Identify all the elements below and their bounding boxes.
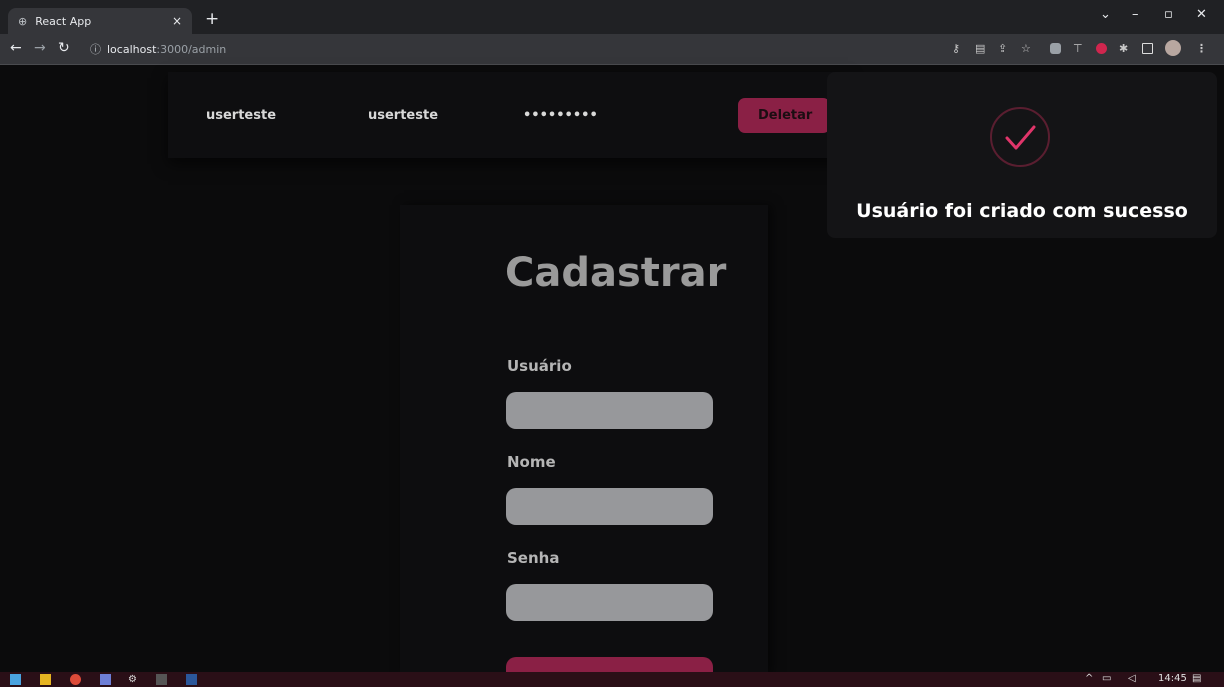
extension-ublock-icon[interactable] <box>1096 43 1107 54</box>
share-icon[interactable]: ⇪ <box>998 42 1007 55</box>
password-input[interactable] <box>506 584 713 621</box>
forward-arrow-icon[interactable]: → <box>34 40 46 56</box>
extension-translate-icon[interactable]: ⊤ <box>1073 42 1083 55</box>
app-icon[interactable] <box>100 674 111 685</box>
extension-m-icon[interactable] <box>1050 43 1061 54</box>
translate-icon[interactable]: ▤ <box>975 42 985 55</box>
side-panel-icon[interactable] <box>1142 43 1153 54</box>
info-icon[interactable]: ⓘ <box>90 41 101 57</box>
windows-start-icon[interactable] <box>10 674 21 685</box>
extensions-puzzle-icon[interactable]: ✱ <box>1119 42 1128 55</box>
globe-icon: ⊕ <box>18 14 28 28</box>
tab-close-button[interactable]: × <box>172 14 182 28</box>
toast-message: Usuário foi criado com sucesso <box>856 200 1188 222</box>
key-icon[interactable]: ⚷ <box>952 42 960 55</box>
username-input[interactable] <box>506 392 713 429</box>
minimize-icon[interactable]: – <box>1132 7 1139 22</box>
user-row-username: userteste <box>206 108 277 123</box>
name-input[interactable] <box>506 488 713 525</box>
word-icon[interactable] <box>186 674 197 685</box>
chrome-icon[interactable] <box>70 674 81 685</box>
address-bar[interactable]: ⓘ localhost :3000/admin <box>90 38 890 60</box>
bookmark-star-icon[interactable]: ☆ <box>1021 42 1031 55</box>
new-tab-button[interactable]: + <box>205 9 219 29</box>
tab-search-chevron-icon[interactable]: ⌄ <box>1100 7 1111 22</box>
user-row-name: userteste <box>368 108 439 123</box>
browser-tab[interactable]: ⊕ React App × <box>8 8 192 34</box>
file-explorer-icon[interactable] <box>40 674 51 685</box>
notifications-icon[interactable]: ▤ <box>1192 673 1201 684</box>
delete-button[interactable]: Deletar <box>738 98 830 133</box>
tray-chevron-icon[interactable]: ^ <box>1085 673 1093 684</box>
address-host: localhost <box>107 42 157 56</box>
profile-avatar[interactable] <box>1165 40 1181 56</box>
menu-dots-icon[interactable]: ⋮ <box>1196 42 1207 55</box>
user-row: userteste userteste ••••••••• Deletar <box>168 72 848 158</box>
user-row-password: ••••••••• <box>523 108 598 123</box>
back-arrow-icon[interactable]: ← <box>10 40 22 56</box>
terminal-icon[interactable] <box>156 674 167 685</box>
browser-toolbar: ← → ↻ ⓘ localhost :3000/admin ⚷ ▤ ⇪ ☆ ⊤ … <box>0 34 1224 65</box>
password-label: Senha <box>507 549 560 567</box>
taskbar-clock[interactable]: 14:45 <box>1158 673 1187 684</box>
close-window-icon[interactable]: ✕ <box>1196 7 1207 22</box>
windows-taskbar: ⚙ ^ ▭ ◁ 14:45 ▤ <box>0 672 1224 687</box>
browser-tab-bar: ⊕ React App × + ⌄ – ▫ ✕ <box>0 0 1224 34</box>
address-path: :3000/admin <box>156 42 227 56</box>
reload-icon[interactable]: ↻ <box>58 40 70 56</box>
tray-volume-icon[interactable]: ◁ <box>1128 673 1136 684</box>
form-title: Cadastrar <box>505 250 727 296</box>
name-label: Nome <box>507 453 556 471</box>
check-circle-icon <box>990 107 1050 167</box>
restore-icon[interactable]: ▫ <box>1164 7 1173 22</box>
success-toast: Usuário foi criado com sucesso <box>827 72 1217 238</box>
username-label: Usuário <box>507 357 572 375</box>
settings-gear-icon[interactable]: ⚙ <box>128 674 139 685</box>
tray-network-icon[interactable]: ▭ <box>1102 673 1111 684</box>
tab-title: React App <box>35 14 92 28</box>
